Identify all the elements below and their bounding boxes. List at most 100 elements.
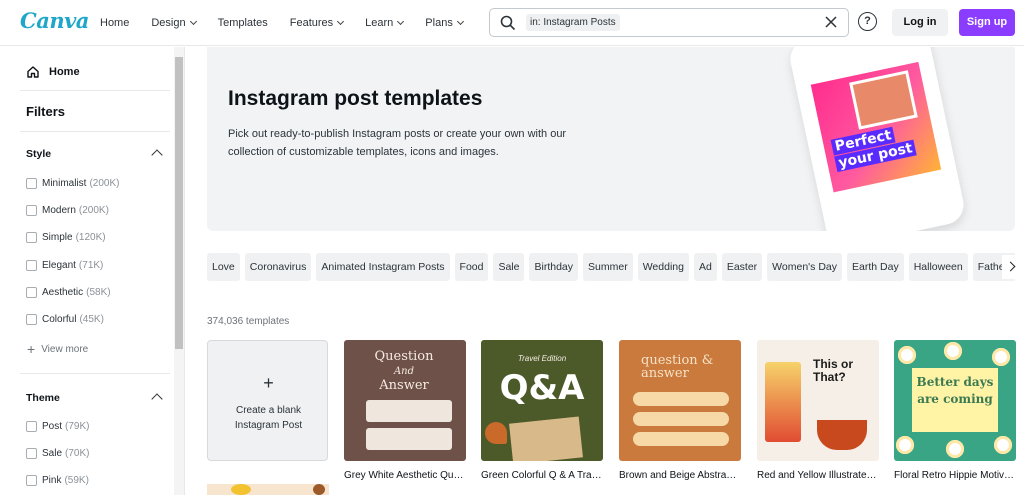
checkbox[interactable] <box>26 475 37 486</box>
flower-icon <box>944 342 962 360</box>
canva-logo[interactable]: Canva <box>20 8 89 33</box>
flower-icon <box>992 348 1010 366</box>
divider <box>20 373 170 374</box>
template-caption[interactable]: Green Colorful Q & A Travel Edition <box>481 470 603 481</box>
nav-learn[interactable]: Learn <box>365 17 405 29</box>
option-label: Sale <box>42 448 63 459</box>
view-more-link[interactable]: + View more <box>27 341 88 357</box>
template-caption[interactable]: Brown and Beige Abstract Question and An… <box>619 470 741 481</box>
search-icon <box>500 15 516 31</box>
theme-option-pink[interactable]: Pink (59K) <box>26 475 89 486</box>
thumb-paper <box>509 416 583 461</box>
option-count: (200K) <box>89 178 120 189</box>
style-section-title[interactable]: Style <box>26 148 51 160</box>
style-option-simple[interactable]: Simple (120K) <box>26 232 106 243</box>
option-count: (71K) <box>78 260 104 271</box>
category-chip[interactable]: Wedding <box>637 253 689 281</box>
thumb-title2: Answer <box>379 378 429 393</box>
checkbox[interactable] <box>26 205 37 216</box>
thumb-title: Q&A <box>499 368 585 408</box>
nav-templates[interactable]: Templates <box>218 17 268 29</box>
category-chip[interactable]: Food <box>454 253 489 281</box>
search-query-chip[interactable]: in: Instagram Posts <box>526 14 620 31</box>
template-caption[interactable]: Floral Retro Hippie Motivational <box>894 470 1016 481</box>
phone-illustration: Perfect your post <box>786 47 968 231</box>
category-chip[interactable]: Halloween <box>908 253 968 281</box>
home-icon <box>27 66 39 78</box>
option-count: (58K) <box>86 287 111 298</box>
close-icon[interactable] <box>824 15 838 29</box>
nav-plans-label: Plans <box>425 17 453 29</box>
checkbox[interactable] <box>26 448 37 459</box>
plus-icon: + <box>263 373 274 393</box>
category-chip[interactable]: Easter <box>721 253 763 281</box>
nav-design[interactable]: Design <box>151 17 197 29</box>
template-thumbnail[interactable]: Better days are coming <box>894 340 1016 461</box>
option-count: (200K) <box>78 205 109 216</box>
style-option-aesthetic[interactable]: Aesthetic (58K) <box>26 287 111 298</box>
checkbox[interactable] <box>26 287 37 298</box>
checkbox[interactable] <box>26 232 37 243</box>
search-input[interactable]: in: Instagram Posts <box>489 8 849 37</box>
thumb-card <box>366 400 452 422</box>
template-caption[interactable]: Grey White Aesthetic Question and Answer <box>344 470 466 481</box>
style-option-minimalist[interactable]: Minimalist (200K) <box>26 178 119 189</box>
category-chip[interactable]: Love <box>207 253 240 281</box>
checkbox[interactable] <box>26 314 37 325</box>
checkbox[interactable] <box>26 421 37 432</box>
chevron-down-icon <box>189 17 197 26</box>
style-option-colorful[interactable]: Colorful (45K) <box>26 314 104 325</box>
nav-features-label: Features <box>289 17 334 29</box>
page-title: Instagram post templates <box>228 87 483 110</box>
category-chip[interactable]: Women's Day <box>767 253 843 281</box>
drink-illustration <box>765 362 801 442</box>
category-chip[interactable]: Sale <box>493 253 525 281</box>
help-icon[interactable]: ? <box>858 12 877 31</box>
thumb-bar <box>633 392 729 406</box>
checkbox[interactable] <box>26 178 37 189</box>
category-chip[interactable]: Earth Day <box>847 253 904 281</box>
hero-banner: Instagram post templates Pick out ready-… <box>207 47 1015 231</box>
create-blank-card[interactable]: + Create a blank Instagram Post <box>207 340 328 461</box>
template-thumbnail[interactable]: This or That? <box>757 340 879 461</box>
category-chip[interactable]: Animated Instagram Posts <box>316 253 450 281</box>
chevron-up-icon[interactable] <box>151 393 163 405</box>
option-count: (79K) <box>65 421 90 432</box>
style-option-modern[interactable]: Modern (200K) <box>26 205 109 216</box>
template-caption[interactable]: Red and Yellow Illustrated This or That <box>757 470 879 481</box>
nav-features[interactable]: Features <box>289 17 345 29</box>
template-thumbnail[interactable]: question & answer <box>619 340 741 461</box>
category-chip[interactable]: Coronavirus <box>244 253 312 281</box>
category-chip[interactable]: Summer <box>583 253 633 281</box>
flower-icon <box>896 436 914 454</box>
thumb-title: Better days are coming <box>916 375 994 406</box>
template-thumbnail-partial[interactable] <box>207 484 329 495</box>
theme-section-title[interactable]: Theme <box>26 392 60 404</box>
template-thumbnail[interactable]: Travel Edition Q&A <box>481 340 603 461</box>
option-count: (59K) <box>64 475 89 486</box>
chevron-right-icon[interactable] <box>1002 255 1024 279</box>
category-chip[interactable]: Birthday <box>529 253 579 281</box>
chevron-down-icon <box>456 17 464 26</box>
chevron-down-icon <box>337 17 345 26</box>
category-chip[interactable]: Ad <box>693 253 717 281</box>
nav-design-label: Design <box>151 17 186 29</box>
divider <box>20 131 170 132</box>
nav-plans[interactable]: Plans <box>425 17 464 29</box>
thumb-bar <box>633 432 729 446</box>
nav-learn-label: Learn <box>365 17 394 29</box>
sidebar-scrollbar-thumb[interactable] <box>175 57 183 349</box>
login-button[interactable]: Log in <box>892 9 948 36</box>
style-option-elegant[interactable]: Elegant (71K) <box>26 260 103 271</box>
option-label: Post <box>42 421 63 432</box>
nav-home[interactable]: Home <box>100 17 129 29</box>
theme-option-post[interactable]: Post (79K) <box>26 421 89 432</box>
theme-option-sale[interactable]: Sale (70K) <box>26 448 89 459</box>
signup-button[interactable]: Sign up <box>959 9 1015 36</box>
flower-icon <box>946 440 964 458</box>
checkbox[interactable] <box>26 260 37 271</box>
chevron-up-icon[interactable] <box>151 149 163 161</box>
nav-home-label: Home <box>100 17 130 29</box>
template-thumbnail[interactable]: Question And Answer <box>344 340 466 461</box>
sidebar-home[interactable]: Home <box>26 65 80 79</box>
